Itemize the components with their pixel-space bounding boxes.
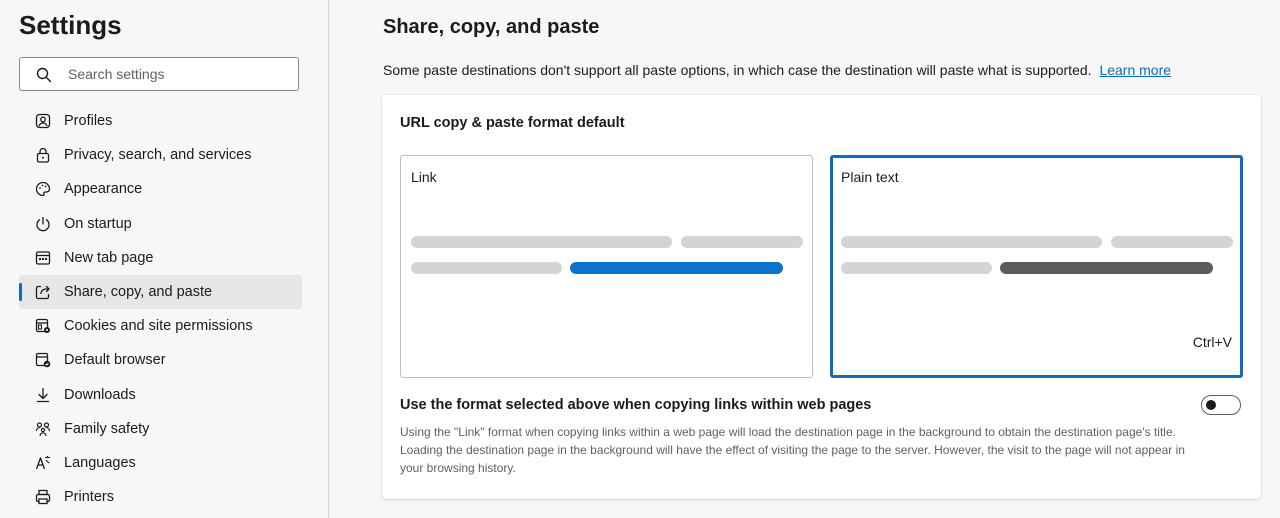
sidebar-item-label: Downloads — [64, 386, 136, 403]
sidebar-item-profiles[interactable]: Profiles — [19, 104, 302, 138]
link-preview-bar — [570, 262, 783, 274]
sidebar: Settings Profiles Privacy, search, and s… — [0, 0, 329, 518]
sidebar-item-new-tab-page[interactable]: New tab page — [19, 241, 302, 275]
lock-icon — [34, 146, 52, 164]
cookies-icon — [34, 317, 52, 335]
sidebar-item-label: On startup — [64, 215, 132, 232]
palette-icon — [34, 180, 52, 198]
keyboard-shortcut: Ctrl+V — [1192, 334, 1232, 350]
search-input[interactable] — [68, 58, 288, 90]
plain-text-format-option[interactable]: Plain text Ctrl+V — [830, 155, 1243, 378]
toggle-knob — [1206, 400, 1216, 410]
sidebar-item-label: New tab page — [64, 249, 154, 266]
sidebar-item-label: Share, copy, and paste — [64, 284, 213, 301]
sidebar-item-default-browser[interactable]: Default browser — [19, 343, 302, 377]
placeholder-bar — [411, 262, 562, 274]
link-format-option[interactable]: Link — [400, 155, 813, 378]
search-icon — [36, 67, 52, 83]
languages-icon — [34, 454, 52, 472]
search-box[interactable] — [19, 57, 299, 91]
format-toggle[interactable] — [1201, 395, 1241, 415]
family-icon — [34, 420, 52, 438]
sidebar-item-label: Default browser — [64, 352, 166, 369]
sidebar-item-label: Appearance — [64, 181, 143, 198]
sidebar-item-cookies[interactable]: Cookies and site permissions — [19, 309, 302, 343]
new-tab-icon — [34, 249, 52, 267]
browser-icon — [34, 351, 52, 369]
sidebar-item-family-safety[interactable]: Family safety — [19, 412, 302, 446]
download-icon — [34, 386, 52, 404]
sidebar-item-downloads[interactable]: Downloads — [19, 378, 302, 412]
plain-preview-bar — [1000, 262, 1213, 274]
profile-icon — [34, 112, 52, 130]
placeholder-bar — [411, 236, 672, 248]
page-title: Share, copy, and paste — [383, 16, 600, 38]
sidebar-item-label: Privacy, search, and services — [64, 147, 252, 164]
link-option-label: Link — [411, 169, 437, 185]
placeholder-bar — [841, 236, 1102, 248]
sidebar-item-label: Profiles — [64, 113, 113, 130]
setting-description: Using the "Link" format when copying lin… — [400, 425, 1185, 475]
power-icon — [34, 215, 52, 233]
sidebar-item-label: Family safety — [64, 420, 150, 437]
plain-option-label: Plain text — [841, 169, 899, 185]
sidebar-item-on-startup[interactable]: On startup — [19, 207, 302, 241]
placeholder-bar — [1111, 236, 1233, 248]
placeholder-bar — [681, 236, 803, 248]
page-description: Some paste destinations don't support al… — [383, 62, 1171, 78]
printer-icon — [34, 488, 52, 506]
main-content: Share, copy, and paste Some paste destin… — [329, 0, 1280, 518]
sidebar-item-languages[interactable]: Languages — [19, 446, 302, 480]
share-icon — [34, 283, 52, 301]
sidebar-item-label: Languages — [64, 454, 136, 471]
sidebar-item-label: Cookies and site permissions — [64, 318, 253, 335]
url-format-card: URL copy & paste format default Link Pla… — [382, 95, 1261, 499]
sidebar-item-printers[interactable]: Printers — [19, 480, 302, 514]
learn-more-link[interactable]: Learn more — [1099, 62, 1171, 78]
sidebar-item-label: Printers — [64, 489, 114, 506]
sidebar-title: Settings — [19, 10, 122, 40]
setting-title: Use the format selected above when copyi… — [400, 397, 872, 413]
card-heading: URL copy & paste format default — [400, 115, 625, 131]
sidebar-nav: Profiles Privacy, search, and services A… — [19, 104, 302, 514]
description-text: Some paste destinations don't support al… — [383, 62, 1092, 78]
placeholder-bar — [841, 262, 992, 274]
sidebar-item-share-copy-paste[interactable]: Share, copy, and paste — [19, 274, 302, 310]
sidebar-item-privacy[interactable]: Privacy, search, and services — [19, 138, 302, 172]
sidebar-item-appearance[interactable]: Appearance — [19, 172, 302, 206]
